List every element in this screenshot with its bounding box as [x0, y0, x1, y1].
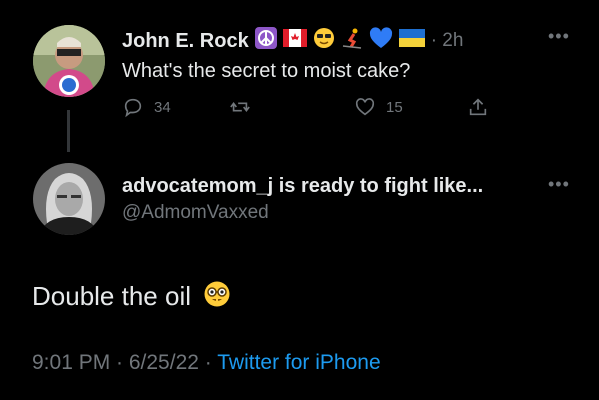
- avatar-advocatemom[interactable]: [33, 163, 105, 235]
- timestamp[interactable]: 9:01 PM · 6/25/22 ·: [32, 351, 212, 374]
- tweet-more-menu-icon[interactable]: •••: [548, 26, 570, 47]
- reply-display-name[interactable]: advocatemom_j is ready to fight like...: [122, 175, 483, 198]
- reply-icon: [124, 98, 142, 118]
- reply-text-row: Double the oil: [32, 280, 231, 313]
- tweet-author-row: John E. Rock · 2h: [122, 27, 463, 55]
- thread-line: [67, 110, 70, 152]
- reply-handle[interactable]: @AdmomVaxxed: [122, 202, 269, 224]
- tweet-display-name[interactable]: John E. Rock: [122, 30, 249, 53]
- source-link[interactable]: Twitter for iPhone: [217, 351, 380, 374]
- tweet-time[interactable]: · 2h: [431, 30, 464, 52]
- avatar-john-image: [33, 25, 105, 97]
- share-icon: [469, 98, 487, 116]
- blue-heart-emoji: [369, 27, 393, 55]
- retweet-action[interactable]: [229, 96, 261, 118]
- skier-emoji: [341, 27, 363, 55]
- tweet-text: What's the secret to moist cake?: [122, 60, 411, 82]
- peace-symbol-emoji: [254, 27, 277, 55]
- share-action[interactable]: [467, 96, 489, 118]
- reply-more-menu-icon[interactable]: •••: [548, 174, 570, 195]
- like-action[interactable]: 15: [354, 96, 403, 118]
- canada-flag-emoji: [282, 29, 307, 53]
- timestamp-row: 9:01 PM · 6/25/22 · Twitter for iPhone: [32, 351, 381, 375]
- retweet-icon: [230, 101, 250, 113]
- reply-text: Double the oil: [32, 281, 191, 311]
- heart-icon: [355, 98, 375, 116]
- avatar-john[interactable]: [33, 25, 105, 97]
- reply-count: 34: [154, 98, 171, 116]
- reply-action[interactable]: 34: [122, 96, 171, 118]
- ukraine-flag-emoji: [398, 29, 425, 53]
- like-count: 15: [386, 98, 403, 116]
- avatar-advocatemom-image: [33, 163, 105, 235]
- nerd-face-emoji: [203, 280, 231, 313]
- sunglasses-face-emoji: [313, 27, 335, 55]
